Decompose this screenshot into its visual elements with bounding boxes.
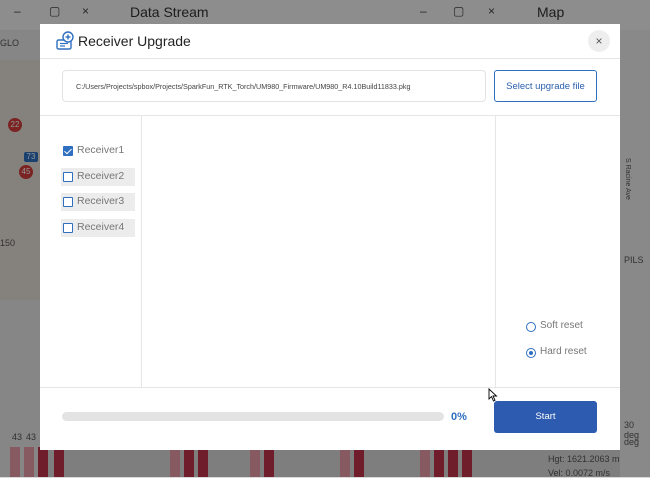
upgrade-icon (56, 31, 74, 50)
receiver-checkbox[interactable] (63, 197, 73, 207)
receiver-item-3[interactable]: Receiver3 (61, 193, 135, 211)
receiver-item-1[interactable]: Receiver1 (61, 142, 135, 160)
receiver-upgrade-dialog: Receiver Upgrade × C:/Users/Projects/spb… (40, 24, 620, 450)
soft-reset-label: Soft reset (540, 320, 583, 331)
mouse-cursor-icon (488, 388, 498, 402)
receiver-item-4[interactable]: Receiver4 (61, 219, 135, 237)
file-selection-row: C:/Users/Projects/spbox/Projects/SparkFu… (40, 58, 620, 116)
receiver-label: Receiver3 (77, 195, 125, 207)
receiver-list: Receiver1 Receiver2 Receiver3 Receiver4 (40, 115, 142, 387)
dialog-footer: 0% Start (40, 387, 620, 451)
receiver-label: Receiver2 (77, 170, 125, 182)
upgrade-log-area (142, 115, 495, 387)
hard-reset-label: Hard reset (540, 346, 587, 357)
reset-options: Soft reset Hard reset (495, 115, 621, 387)
upgrade-progress-bar (62, 412, 444, 421)
start-button[interactable]: Start (494, 401, 597, 433)
dialog-title: Receiver Upgrade (78, 33, 191, 49)
receiver-checkbox[interactable] (63, 223, 73, 233)
receiver-label: Receiver4 (77, 221, 125, 233)
hard-reset-radio[interactable] (526, 348, 536, 358)
receiver-label: Receiver1 (77, 144, 125, 156)
receiver-checkbox[interactable] (63, 146, 73, 156)
receiver-item-2[interactable]: Receiver2 (61, 168, 135, 186)
soft-reset-radio[interactable] (526, 322, 536, 332)
progress-percent: 0% (451, 411, 467, 423)
file-path-field[interactable]: C:/Users/Projects/spbox/Projects/SparkFu… (62, 70, 486, 102)
dialog-header: Receiver Upgrade × (40, 24, 620, 58)
receiver-checkbox[interactable] (63, 172, 73, 182)
close-icon: × (595, 34, 603, 48)
dialog-close-button[interactable]: × (588, 30, 610, 52)
select-upgrade-file-button[interactable]: Select upgrade file (494, 70, 597, 102)
